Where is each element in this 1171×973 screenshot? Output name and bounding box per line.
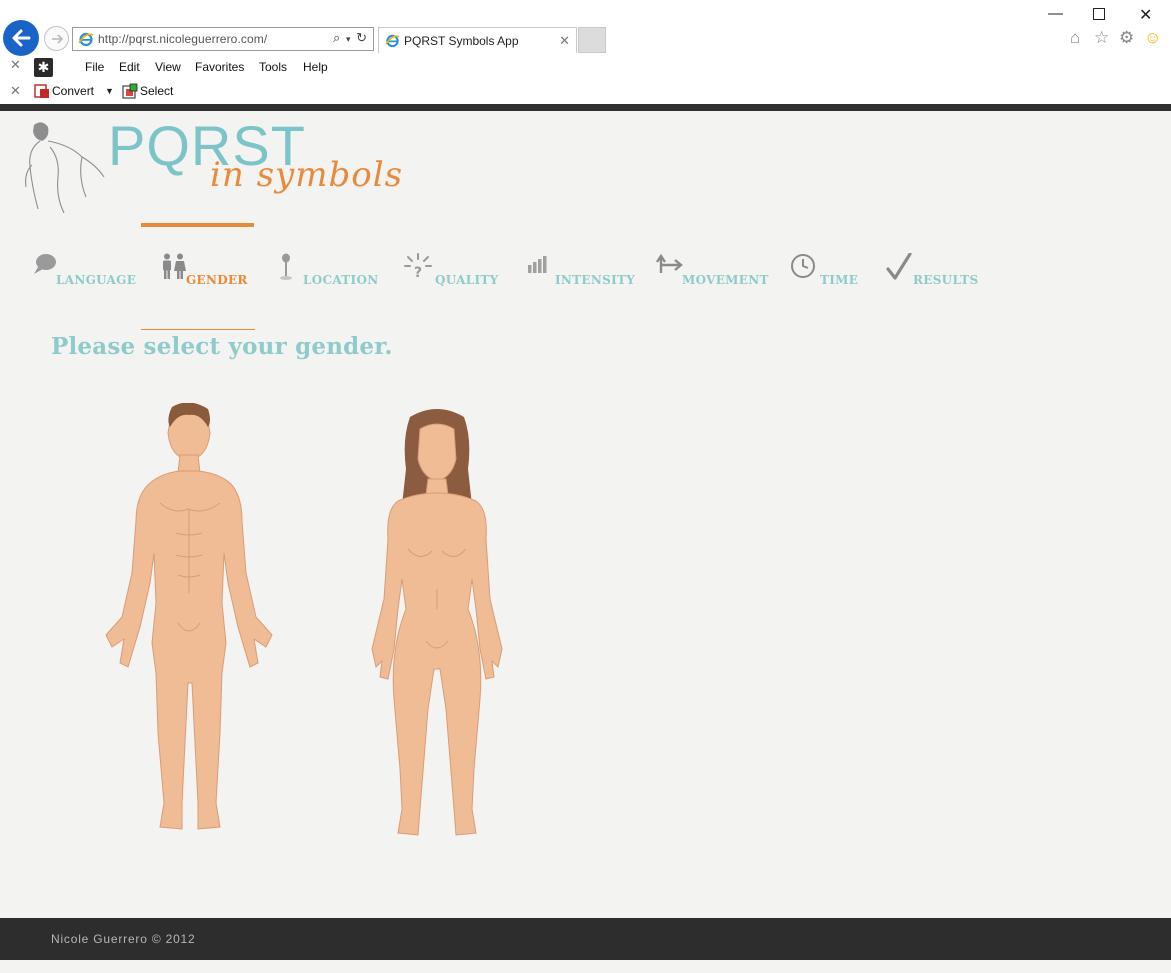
logo-underline [141, 223, 254, 227]
logo-subtitle: in symbols [210, 155, 404, 195]
tab-title: PQRST Symbols App [404, 34, 519, 48]
convert-toolbar: ✕ Convert ▼ Select [0, 81, 1171, 103]
nav-label-intensity: INTENSITY [555, 273, 636, 287]
logo-figure-icon [25, 122, 105, 214]
minimize-icon[interactable]: — [1048, 5, 1063, 22]
burst-icon: ? [404, 253, 432, 279]
arrow-left-icon [12, 29, 31, 47]
speech-bubble-icon [34, 254, 56, 274]
nav-item-movement[interactable]: MOVEMENT [656, 251, 768, 291]
bars-icon [528, 256, 547, 273]
select-icon [122, 83, 138, 99]
menu-help[interactable]: Help [303, 60, 328, 74]
nav-label-location: LOCATION [303, 273, 379, 287]
nav-label-quality: QUALITY [435, 273, 499, 287]
forward-button[interactable] [44, 26, 69, 51]
menu-edit[interactable]: Edit [119, 60, 140, 74]
new-tab-button[interactable] [578, 27, 606, 53]
close-bar-icon[interactable]: ✕ [10, 57, 21, 73]
nav-item-results[interactable]: RESULTS [886, 251, 979, 291]
nav-label-results: RESULTS [913, 273, 979, 287]
convert-pdf-icon [34, 84, 49, 98]
home-icon[interactable]: ⌂ [1070, 28, 1080, 48]
select-button[interactable]: Select [140, 84, 173, 98]
footer-copyright: Nicole Guerrero © 2012 [51, 932, 196, 946]
smiley-icon[interactable]: ☺ [1144, 28, 1161, 48]
address-tools: ⌕ ▾ ↻ [331, 30, 367, 46]
arrow-right-icon [52, 34, 64, 44]
url-text[interactable]: http://pqrst.nicoleguerrero.com/ [98, 32, 267, 46]
maximize-icon[interactable] [1093, 8, 1105, 20]
menu-bar: ✕ ✱ File Edit View Favorites Tools Help [0, 57, 1171, 79]
nav-item-language[interactable]: LANGUAGE [33, 251, 137, 291]
menu-file[interactable]: File [85, 60, 104, 74]
convert-dropdown-icon[interactable]: ▼ [105, 86, 114, 96]
address-bar[interactable]: http://pqrst.nicoleguerrero.com/ ⌕ ▾ ↻ [72, 27, 374, 51]
ie-icon [78, 32, 94, 47]
page-heading: Please select your gender. [51, 333, 393, 360]
dropdown-icon[interactable]: ▾ [346, 34, 351, 45]
nav-item-quality[interactable]: ? QUALITY [404, 251, 499, 291]
heading-accent-line [141, 329, 255, 330]
nav-label-movement: MOVEMENT [682, 273, 769, 287]
page-content: PQRST in symbols LANGUAGE GENDER LOCATIO… [0, 111, 1171, 918]
pin-icon [280, 253, 292, 280]
female-figure[interactable] [368, 409, 506, 839]
tab-ie-icon [385, 34, 400, 48]
male-figure[interactable] [100, 403, 278, 835]
svg-text:?: ? [414, 265, 422, 279]
arrows-icon [656, 253, 683, 273]
page-top-border [0, 104, 1171, 111]
refresh-icon[interactable]: ↻ [356, 30, 367, 46]
people-icon [163, 253, 186, 279]
command-icons: ⌂ ☆ ⚙ ☺ [1070, 28, 1170, 48]
menu-tools[interactable]: Tools [259, 60, 287, 74]
browser-tab[interactable]: PQRST Symbols App ✕ [378, 27, 577, 53]
convert-button[interactable]: Convert [52, 84, 94, 98]
nav-label-language: LANGUAGE [56, 273, 137, 287]
bottom-strip [0, 960, 1171, 973]
browser-chrome: http://pqrst.nicoleguerrero.com/ ⌕ ▾ ↻ P… [0, 0, 1171, 106]
nav-item-location[interactable]: LOCATION [278, 251, 378, 291]
nav-item-gender[interactable]: GENDER [160, 251, 250, 291]
checkmark-icon [886, 253, 912, 280]
nav-label-gender: GENDER [186, 273, 248, 287]
nav-label-time: TIME [820, 273, 859, 287]
nav-item-time[interactable]: TIME [790, 251, 860, 291]
gear-icon[interactable]: ⚙ [1119, 28, 1134, 48]
close-window-icon[interactable]: ✕ [1139, 5, 1152, 25]
search-icon[interactable]: ⌕ [333, 30, 340, 46]
menu-favorites[interactable]: Favorites [195, 60, 244, 74]
footer: Nicole Guerrero © 2012 [0, 918, 1171, 960]
close-toolbar-icon[interactable]: ✕ [10, 83, 21, 99]
back-button[interactable] [3, 20, 39, 56]
extension-icon[interactable]: ✱ [34, 58, 53, 77]
nav-item-intensity[interactable]: INTENSITY [527, 251, 635, 291]
menu-view[interactable]: View [155, 60, 181, 74]
clock-icon [791, 254, 815, 278]
tab-close-icon[interactable]: ✕ [559, 33, 570, 49]
favorites-star-icon[interactable]: ☆ [1094, 28, 1109, 48]
